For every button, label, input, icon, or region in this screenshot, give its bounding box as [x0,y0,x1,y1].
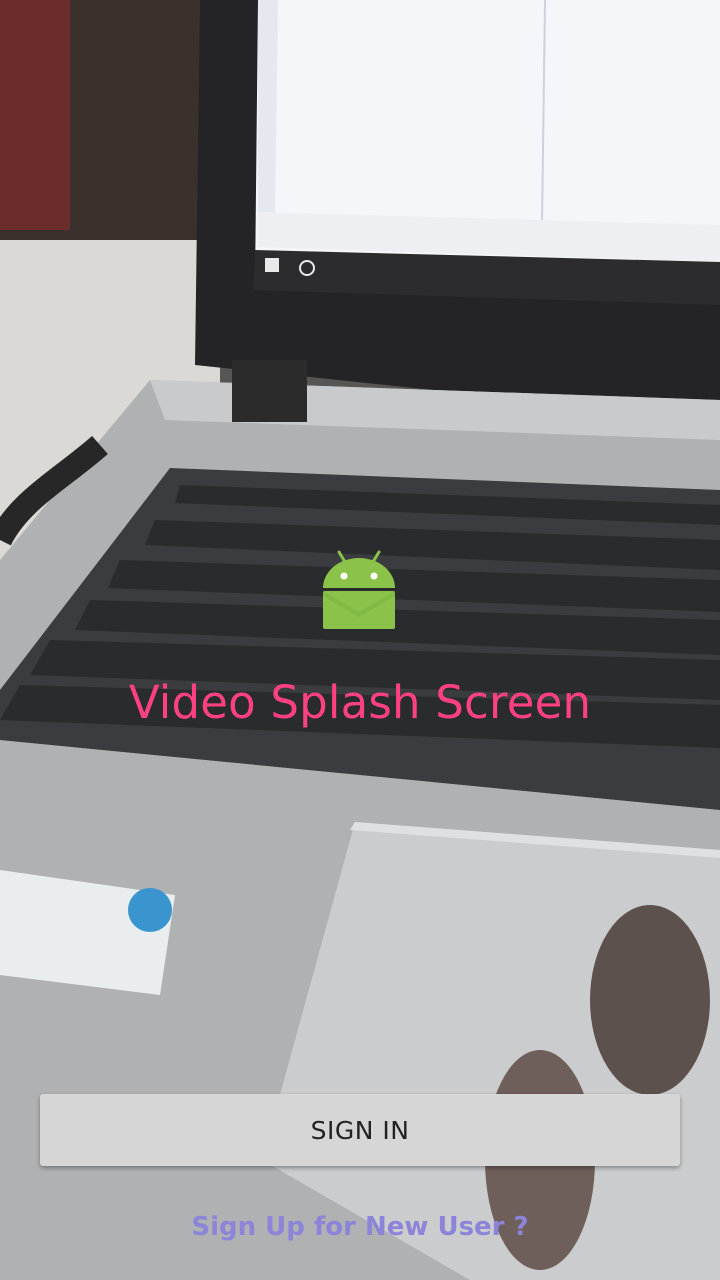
sign-in-button[interactable]: SIGN IN [40,1094,680,1166]
android-robot-icon [323,550,395,629]
sign-up-link[interactable]: Sign Up for New User ? [0,1212,720,1242]
background-video-frame [0,0,720,1280]
splash-title: Video Splash Screen [128,676,592,729]
